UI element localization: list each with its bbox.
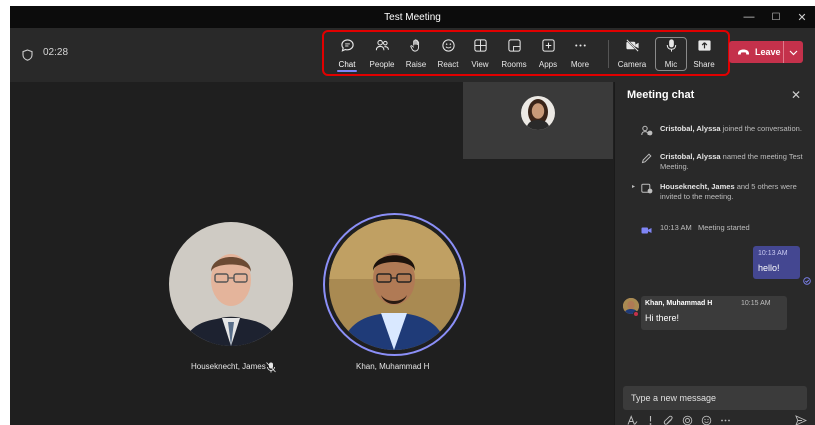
chat-event-actor: Cristobal, Alyssa xyxy=(660,124,721,133)
people-added-icon xyxy=(641,123,653,141)
more-options-icon[interactable] xyxy=(720,413,731,425)
send-icon[interactable] xyxy=(795,413,808,425)
active-tab-indicator xyxy=(337,70,357,72)
close-chat-button[interactable]: ✕ xyxy=(791,88,801,102)
more-label: More xyxy=(570,60,590,69)
teams-window: Test Meeting — ☐ ✕ 02:28 Chat People Rai… xyxy=(10,6,815,425)
leave-label: Leave xyxy=(755,47,781,57)
video-stage: Houseknecht, James Khan, Muhammad H xyxy=(10,82,614,425)
title-bar: Test Meeting — ☐ ✕ xyxy=(10,6,815,28)
chat-event-text: joined the conversation. xyxy=(720,124,802,133)
maximize-button[interactable]: ☐ xyxy=(765,6,787,28)
share-label: Share xyxy=(693,60,715,69)
leave-options-button[interactable] xyxy=(784,41,803,63)
my-message-text: hello! xyxy=(758,263,780,273)
emoji-icon xyxy=(441,37,456,58)
rooms-icon xyxy=(507,37,522,58)
my-message-time: 10:13 AM xyxy=(758,250,788,257)
compose-message-box[interactable]: Type a new message xyxy=(623,386,807,410)
more-icon xyxy=(573,37,588,58)
people-label: People xyxy=(369,60,395,69)
share-icon xyxy=(697,37,712,58)
pencil-icon xyxy=(641,151,652,169)
mic-icon xyxy=(664,37,679,58)
mic-button[interactable]: Mic xyxy=(653,37,689,73)
meeting-chat-pane: Meeting chat ✕ Cristobal, Alyssa joined … xyxy=(614,82,815,425)
compose-toolbar xyxy=(627,413,731,425)
more-button[interactable]: More xyxy=(562,37,598,73)
chat-event-invited: Houseknecht, James and 5 others were inv… xyxy=(660,182,805,202)
self-view-tile[interactable] xyxy=(463,82,613,159)
chat-event-text: Meeting started xyxy=(697,223,750,232)
mic-label: Mic xyxy=(664,60,678,69)
loop-icon[interactable] xyxy=(682,413,693,425)
participant-avatar-khan[interactable] xyxy=(329,219,460,350)
toolbar-divider xyxy=(608,40,609,68)
leave-button[interactable]: Leave xyxy=(729,41,783,63)
their-message-time: 10:15 AM xyxy=(741,300,771,307)
format-icon[interactable] xyxy=(627,413,638,425)
camera-off-icon xyxy=(625,37,640,58)
people-button[interactable]: People xyxy=(364,37,400,73)
their-message-sender: Khan, Muhammad H xyxy=(645,300,713,307)
raise-hand-icon xyxy=(409,37,424,58)
chat-event-actor: Houseknecht, James xyxy=(660,182,735,191)
chat-event-actor: Cristobal, Alyssa xyxy=(660,152,721,161)
chat-pane-title: Meeting chat xyxy=(627,89,695,101)
window-title: Test Meeting xyxy=(384,11,441,23)
chat-event-joined: Cristobal, Alyssa joined the conversatio… xyxy=(660,124,805,134)
rooms-label: Rooms xyxy=(501,60,527,69)
leave-button-group: Leave xyxy=(729,41,803,63)
people-icon xyxy=(375,37,390,58)
their-message-bubble[interactable]: Khan, Muhammad H 10:15 AM Hi there! xyxy=(641,296,787,330)
apps-button[interactable]: Apps xyxy=(530,37,566,73)
chat-button[interactable]: Chat xyxy=(329,37,365,73)
presence-dot xyxy=(633,311,639,317)
chat-event-meeting-started: 10:13 AM Meeting started xyxy=(660,223,805,233)
share-button[interactable]: Share xyxy=(686,37,722,73)
chat-event-renamed: Cristobal, Alyssa named the meeting Test… xyxy=(660,152,805,172)
participant-name-james: Houseknecht, James xyxy=(191,362,266,371)
participant-avatar-james[interactable] xyxy=(169,222,293,346)
meeting-timer: 02:28 xyxy=(43,47,69,58)
calendar-invite-icon xyxy=(641,181,653,199)
apps-label: Apps xyxy=(538,60,558,69)
video-camera-icon xyxy=(641,222,652,240)
chevron-down-icon xyxy=(789,43,798,61)
chat-icon xyxy=(340,37,355,58)
rooms-button[interactable]: Rooms xyxy=(496,37,532,73)
their-message-text: Hi there! xyxy=(645,313,680,323)
minimize-button[interactable]: — xyxy=(738,6,760,28)
close-window-button[interactable]: ✕ xyxy=(791,6,813,28)
shield-icon xyxy=(22,48,33,66)
compose-placeholder: Type a new message xyxy=(631,393,717,403)
react-label: React xyxy=(437,60,459,69)
view-label: View xyxy=(471,60,489,69)
camera-label: Camera xyxy=(617,60,647,69)
attach-icon[interactable] xyxy=(663,413,674,425)
chat-label: Chat xyxy=(338,60,356,69)
self-avatar xyxy=(521,96,555,130)
meeting-toolbar: 02:28 Chat People Raise React View Rooms… xyxy=(10,28,815,82)
view-button[interactable]: View xyxy=(462,37,498,73)
raise-hand-button[interactable]: Raise xyxy=(398,37,434,73)
apps-icon xyxy=(541,37,556,58)
emoji-picker-icon[interactable] xyxy=(701,413,712,425)
raise-label: Raise xyxy=(405,60,427,69)
participant-name-khan: Khan, Muhammad H xyxy=(356,362,430,371)
priority-icon[interactable] xyxy=(646,413,655,425)
my-message-bubble[interactable]: 10:13 AM hello! xyxy=(753,246,800,279)
view-grid-icon xyxy=(473,37,488,58)
message-seen-icon xyxy=(803,272,811,290)
hang-up-icon xyxy=(737,43,750,61)
caret-right-icon[interactable]: ▸ xyxy=(632,183,635,190)
mic-muted-icon xyxy=(266,360,276,378)
react-button[interactable]: React xyxy=(430,37,466,73)
camera-button[interactable]: Camera xyxy=(613,37,651,73)
chat-event-time: 10:13 AM xyxy=(660,223,692,232)
